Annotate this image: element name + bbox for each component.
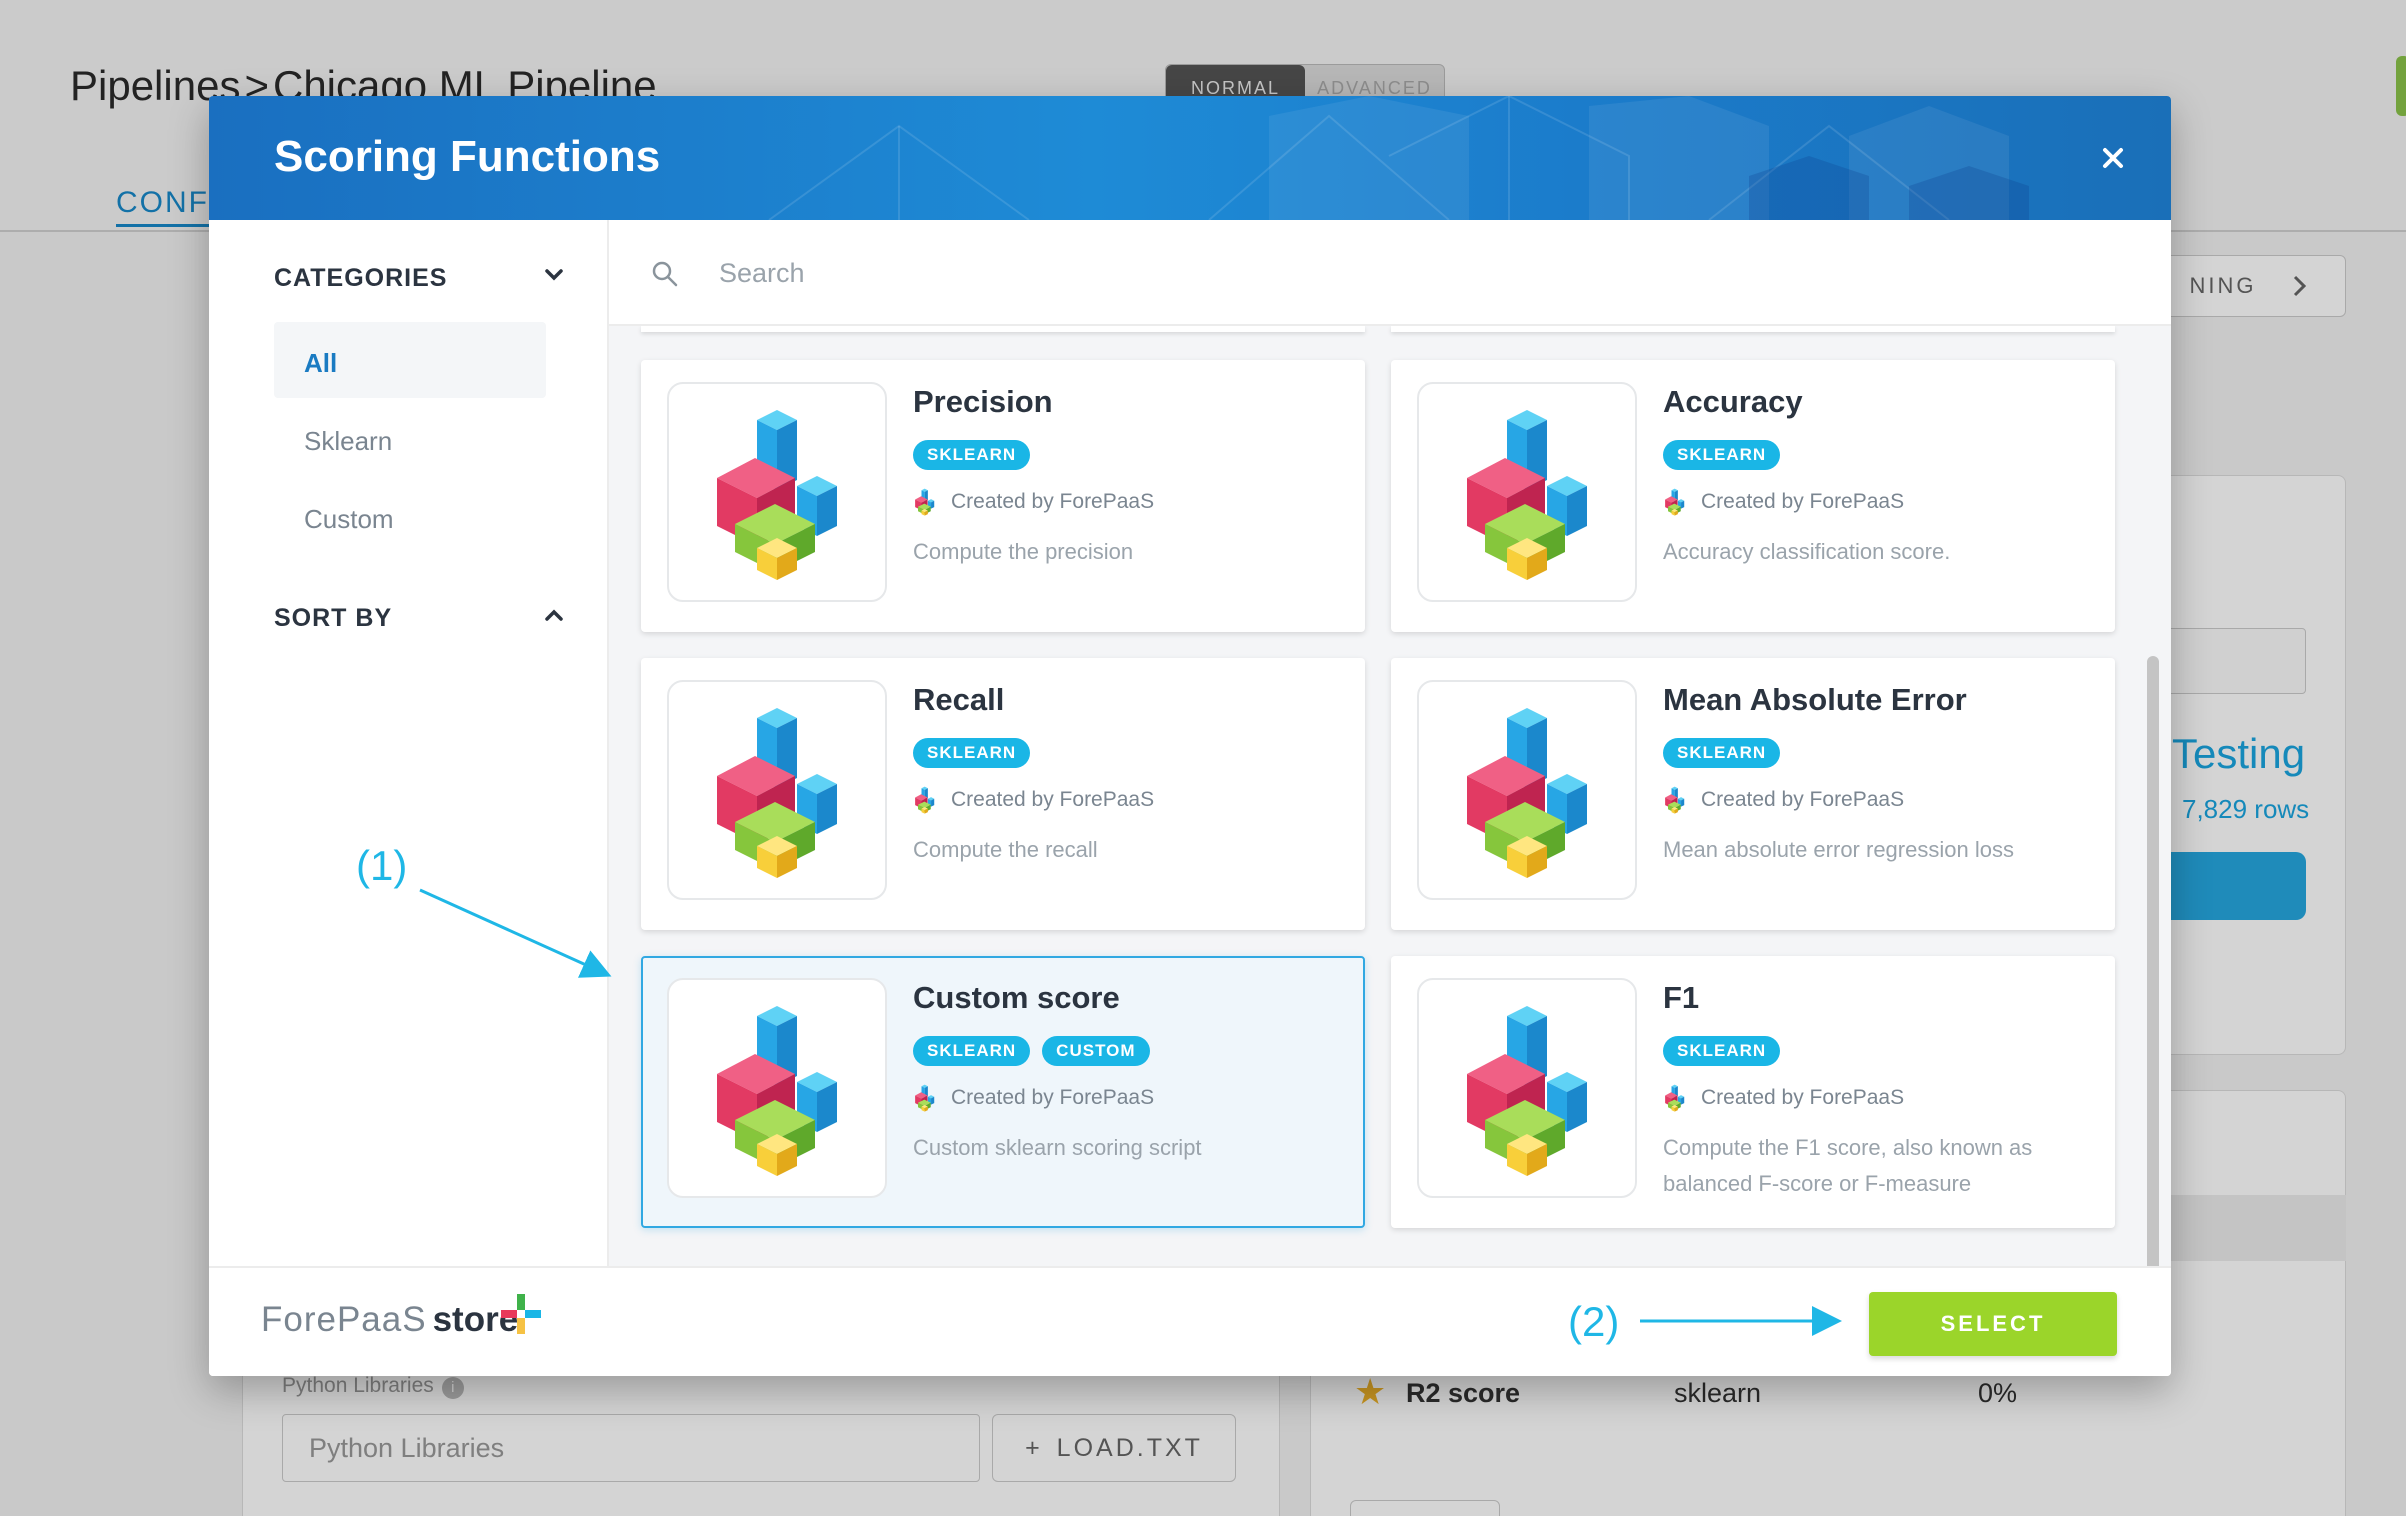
annotation-arrows (419, 888, 1842, 1336)
arrow-to-custom-score (419, 888, 612, 978)
